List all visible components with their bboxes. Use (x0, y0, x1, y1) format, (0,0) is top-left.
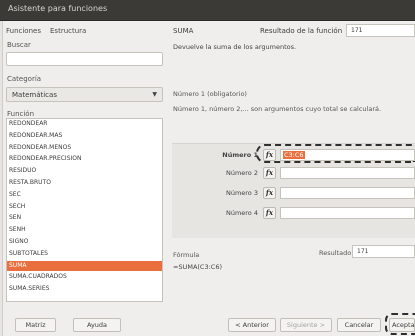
function-list-item[interactable]: REDONDEAR.MAS (7, 131, 162, 141)
function-result-value: 171 (346, 24, 415, 37)
argument-label: Número 2 (225, 169, 258, 177)
help-button[interactable]: Ayuda (73, 318, 121, 332)
chevron-down-icon: ▼ (152, 91, 157, 98)
formula-value: =SUMA(C3:C6) (173, 263, 222, 271)
argument-label: Número 3 (225, 189, 258, 197)
function-result-label: Resultado de la función (260, 27, 343, 35)
argument-input-3[interactable] (280, 187, 415, 199)
function-name: SUMA (173, 27, 194, 35)
argument-row-3: Número 3 fx (180, 187, 415, 200)
argument-label: Número 4 (225, 209, 258, 217)
argument-row-2: Número 2 fx (180, 167, 415, 180)
function-list-item[interactable]: SIGNO (7, 237, 162, 247)
search-label: Buscar (7, 41, 31, 49)
argument-input-4[interactable] (280, 207, 415, 219)
function-list-item[interactable]: RESTA.BRUTO (7, 178, 162, 188)
window-title: Asistente para funciones (8, 4, 108, 13)
search-input[interactable] (6, 52, 163, 66)
argument-label: Número 1 (222, 151, 258, 159)
array-button[interactable]: Matriz (15, 318, 56, 332)
focus-highlight (385, 313, 415, 335)
function-wizard-icon[interactable]: fx (263, 167, 276, 179)
argument-row-4: Número 4 fx (180, 207, 415, 220)
window-left-edge (0, 21, 3, 336)
tab-functions[interactable]: Funciones (6, 25, 41, 37)
function-list-item[interactable]: REDONDEAR (7, 119, 162, 129)
function-list-item[interactable]: SENH (7, 225, 162, 235)
focus-highlight (256, 144, 415, 163)
result-value: 171 (352, 245, 415, 258)
argument-description: Número 1, número 2,... son argumentos cu… (173, 105, 382, 113)
next-button[interactable]: Siguiente > (280, 318, 332, 332)
formula-label: Fórmula (173, 251, 200, 259)
function-list-item[interactable]: REDONDEAR.MENOS (7, 143, 162, 153)
function-list-label: Función (7, 110, 35, 118)
category-label: Categoría (7, 75, 42, 83)
function-wizard-icon[interactable]: fx (263, 207, 276, 219)
function-list-item[interactable]: REDONDEAR.PRECISION (7, 154, 162, 164)
function-list-item[interactable]: RESIDUO (7, 166, 162, 176)
result-label: Resultado (319, 249, 352, 257)
function-description: Devuelve la suma de los argumentos. (173, 43, 297, 51)
function-list-item[interactable]: SUMA (7, 260, 162, 271)
function-list-item[interactable]: SUMA.CUADRADOS (7, 272, 162, 282)
function-list[interactable]: REDONDEAR REDONDEAR.MAS REDONDEAR.MENOS RED… (6, 118, 163, 302)
cancel-button[interactable]: Cancelar (337, 318, 381, 332)
tab-structure[interactable]: Estructura (50, 25, 86, 37)
function-list-item[interactable]: SEN (7, 213, 162, 223)
argument-title: Número 1 (obligatorio) (173, 90, 247, 98)
category-dropdown[interactable]: Matemáticas ▼ (6, 87, 163, 102)
category-value: Matemáticas (12, 91, 57, 99)
function-wizard-icon[interactable]: fx (263, 187, 276, 199)
window-titlebar: Asistente para funciones (0, 0, 415, 21)
function-list-item[interactable]: SUBTOTALES (7, 249, 162, 259)
argument-input-2[interactable] (280, 167, 415, 179)
function-list-item[interactable]: SECH (7, 202, 162, 212)
function-list-item[interactable]: SEC (7, 190, 162, 200)
back-button[interactable]: < Anterior (228, 318, 276, 332)
function-list-item[interactable]: SUMA.SERIES (7, 284, 162, 294)
